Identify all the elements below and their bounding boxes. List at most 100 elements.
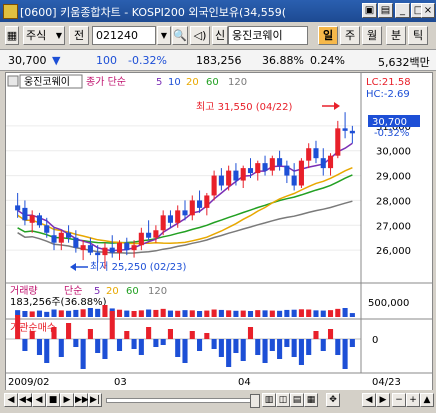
price-y-axis: 31,00030,00029,00028,00027,00026,000 xyxy=(376,122,411,257)
inst-bar xyxy=(167,329,173,339)
scroll-slider-handle[interactable] xyxy=(250,394,260,408)
candle-body xyxy=(204,195,210,208)
inst-bar xyxy=(342,339,348,369)
candle-body xyxy=(335,128,341,156)
candle-body xyxy=(124,242,130,251)
minimize-button[interactable]: _ xyxy=(395,3,410,18)
change-percent: -0.32% xyxy=(128,54,167,67)
prev-page-icon[interactable]: ◀◀ xyxy=(18,393,33,407)
zoom-out-icon[interactable]: − xyxy=(392,393,406,407)
candle-body xyxy=(167,215,173,223)
scroll-slider-track[interactable] xyxy=(106,398,258,403)
lock-icon[interactable]: ▣ xyxy=(362,3,377,18)
inst-bar xyxy=(44,339,50,363)
volume-bar xyxy=(160,308,166,317)
stop-icon[interactable]: ■ xyxy=(46,393,60,407)
inst-bar xyxy=(284,339,290,347)
last-icon[interactable]: ▶| xyxy=(88,393,102,407)
chart-settings-icon[interactable] xyxy=(7,75,19,87)
candle-body xyxy=(197,200,203,208)
period-month-button[interactable]: 월 xyxy=(362,26,382,45)
volume-bar xyxy=(175,310,181,317)
inst-bar xyxy=(247,327,254,339)
candle-body xyxy=(22,207,28,221)
candle-body xyxy=(233,170,239,181)
candle-body xyxy=(51,235,57,243)
close-button[interactable]: × xyxy=(421,3,435,18)
chevron-down-icon: ▼ xyxy=(55,31,62,40)
candle-body xyxy=(15,205,21,211)
next-page-icon[interactable]: ▶▶ xyxy=(74,393,89,407)
y-tick-label: 28,000 xyxy=(376,196,411,207)
volume-bar xyxy=(102,305,108,317)
volume-bar xyxy=(269,310,275,317)
inst-bar xyxy=(306,339,312,355)
stock-code-input[interactable]: 021240 xyxy=(92,26,156,45)
high-arrow-head xyxy=(334,102,340,110)
volume-bar xyxy=(306,309,312,317)
play-icon[interactable]: ▶ xyxy=(60,393,74,407)
volume-bar xyxy=(146,309,152,317)
scroll-left-icon[interactable]: ◀ xyxy=(362,393,376,407)
y-tick-label: 26,000 xyxy=(376,246,411,257)
candle-body xyxy=(306,148,312,161)
period-week-button[interactable]: 주 xyxy=(340,26,360,45)
volume-bar xyxy=(349,313,355,317)
prev-button[interactable]: 전 xyxy=(69,26,89,45)
volume-bar xyxy=(73,309,79,317)
scroll-right-icon[interactable]: ▶ xyxy=(376,393,390,407)
collapse-icon[interactable]: ▲ xyxy=(420,393,434,407)
inst-bar xyxy=(146,327,152,339)
zoom-in-icon[interactable]: + xyxy=(406,393,420,407)
inst-bar xyxy=(58,339,64,357)
volume-bar xyxy=(204,310,210,317)
inst-bar xyxy=(218,339,224,357)
pin-icon[interactable]: ▤ xyxy=(378,3,393,18)
title-bar[interactable]: [0600] 키움종합차트 - KOSPI200 외국인보유(34,559( ▣… xyxy=(0,0,436,22)
market-select[interactable]: 주식 ▼ xyxy=(23,26,65,45)
chevron-down-icon[interactable]: ▼ xyxy=(157,26,171,45)
candle-body xyxy=(36,215,43,226)
period-minute-button[interactable]: 분 xyxy=(386,26,406,45)
volume-bar xyxy=(22,311,28,317)
period-day-button[interactable]: 일 xyxy=(318,26,338,45)
candle-body xyxy=(66,232,72,238)
volume-bar xyxy=(284,309,290,317)
search-icon[interactable]: 🔍 xyxy=(172,26,188,45)
inst-bar xyxy=(226,339,232,367)
sin-button[interactable]: 신 xyxy=(212,26,228,45)
volume-bar xyxy=(124,310,130,317)
volume-bar xyxy=(218,309,224,317)
inst-bar xyxy=(262,339,268,363)
ma-label-20: 20 xyxy=(186,77,199,88)
volume-bar xyxy=(153,309,159,317)
inst-bar xyxy=(233,339,239,353)
inst-bar xyxy=(160,339,166,345)
chart-type-icon[interactable]: ▥ xyxy=(262,393,276,407)
zoom-icon[interactable]: ◫ xyxy=(276,393,290,407)
grid-icon[interactable]: ▦ xyxy=(5,26,19,45)
chart-area[interactable]: 웅진코웨이 종가 단순 5 10 20 60 120 LC:21.58 HC:-… xyxy=(5,72,433,392)
candle-body xyxy=(320,158,326,169)
move-icon[interactable]: ✥ xyxy=(326,393,340,407)
volume-bar xyxy=(197,311,203,317)
vol-ma-60: 60 xyxy=(126,286,139,297)
ma-label-10: 10 xyxy=(168,77,181,88)
play-back-icon[interactable]: ◀ xyxy=(32,393,46,407)
candle-body xyxy=(80,245,86,251)
speaker-icon[interactable]: ◁) xyxy=(190,26,210,45)
inst-bar xyxy=(116,339,123,351)
price-panel-stock-name: 웅진코웨이 xyxy=(24,76,70,88)
bars-icon[interactable]: ▤ xyxy=(290,393,304,407)
candle-body xyxy=(138,232,144,246)
volume-bar xyxy=(116,309,123,317)
volume-bar xyxy=(44,311,50,317)
volume-legend-label: 단순 xyxy=(64,285,82,297)
grid-view-icon[interactable]: ▦ xyxy=(304,393,318,407)
first-icon[interactable]: ◀ xyxy=(4,393,18,407)
inst-bar xyxy=(80,339,86,369)
ma-label-60: 60 xyxy=(206,77,219,88)
period-tick-button[interactable]: 틱 xyxy=(408,26,428,45)
volume-bar xyxy=(36,310,43,317)
inst-bar xyxy=(138,339,144,355)
